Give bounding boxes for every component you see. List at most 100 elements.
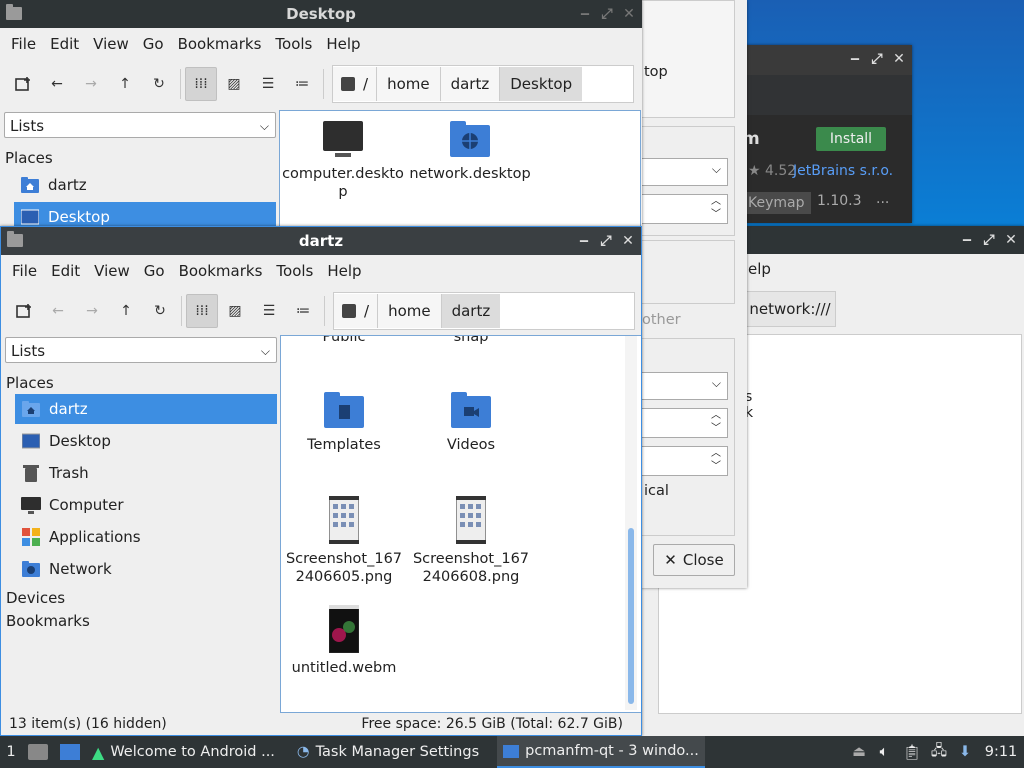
show-desktop-icon[interactable]	[60, 744, 80, 760]
combo-box[interactable]: ⌵	[640, 158, 728, 186]
workspace-switcher[interactable]: 1	[0, 744, 22, 760]
detailed-list-view-icon[interactable]: ≔	[285, 67, 319, 101]
spin-box[interactable]: ︿ ﹀	[640, 408, 728, 438]
titlebar[interactable]: Desktop ‒ ⤢ ✕	[0, 0, 642, 28]
task-task-manager-settings[interactable]: ◔ Task Manager Settings	[291, 736, 485, 768]
sidebar-item-desktop[interactable]: Desktop	[15, 426, 277, 456]
sidebar-item-computer[interactable]: Computer	[15, 490, 277, 520]
plugin-vendor-link[interactable]: JetBrains s.r.o.	[793, 163, 893, 179]
detailed-list-view-icon[interactable]: ≔	[286, 294, 320, 328]
compact-view-icon[interactable]: ☰	[251, 67, 285, 101]
breadcrumb-root[interactable]: /	[334, 294, 378, 328]
scrollbar-thumb[interactable]	[628, 528, 634, 704]
breadcrumb-home[interactable]: home	[376, 67, 440, 101]
breadcrumb-root[interactable]: /	[333, 67, 377, 101]
file-item[interactable]: Screenshot_167 2406608.png	[408, 496, 534, 586]
spin-arrows-icon[interactable]: ︿ ﹀	[711, 195, 721, 221]
menu-go[interactable]: Go	[136, 35, 171, 53]
spin-box[interactable]: ︿ ﹀	[640, 446, 728, 476]
file-item[interactable]: Videos	[408, 390, 534, 454]
update-notifier-icon[interactable]: ⬇	[952, 744, 978, 760]
icon-view-icon[interactable]: ⁞⁞⁞	[185, 67, 217, 101]
sidebar-item-desktop[interactable]: Desktop	[14, 202, 276, 226]
sidebar-item-applications[interactable]: Applications	[15, 522, 277, 552]
minimize-icon[interactable]: ‒	[578, 0, 592, 28]
path-crumb[interactable]: network:///	[744, 291, 836, 327]
thumbnail-view-icon[interactable]: ▨	[218, 294, 252, 328]
close-icon[interactable]: ✕	[622, 0, 636, 28]
eject-icon[interactable]: ⏏	[848, 744, 870, 760]
combo-box[interactable]: ⌵	[640, 372, 728, 400]
minimize-icon[interactable]: ‒	[577, 227, 591, 255]
spin-arrows-icon[interactable]: ︿ ﹀	[711, 447, 721, 473]
file-item[interactable]: network.desktop	[407, 119, 533, 183]
file-item[interactable]: snap	[408, 336, 534, 346]
plugin-tag[interactable]: Keymap	[742, 192, 811, 214]
sidebar-item-dartz[interactable]: dartz	[15, 394, 277, 424]
breadcrumb-dartz[interactable]: dartz	[439, 67, 500, 101]
sidebar-item-dartz[interactable]: dartz	[14, 170, 276, 200]
side-pane-mode-select[interactable]: Lists ⌵	[5, 337, 277, 363]
breadcrumb-home[interactable]: home	[377, 294, 441, 328]
maximize-icon[interactable]: ⤢	[982, 226, 996, 254]
menu-tools[interactable]: Tools	[269, 262, 320, 280]
close-icon[interactable]: ✕	[1004, 226, 1018, 254]
menu-edit[interactable]: Edit	[43, 35, 86, 53]
menu-view[interactable]: View	[86, 35, 136, 53]
install-button[interactable]: Install	[816, 127, 886, 151]
file-item[interactable]: untitled.webm	[281, 605, 407, 677]
menu-file[interactable]: File	[4, 35, 43, 53]
spin-arrows-icon[interactable]: ︿ ﹀	[711, 409, 721, 435]
icon-view-icon[interactable]: ⁞⁞⁞	[186, 294, 218, 328]
file-manager-launcher-icon[interactable]	[28, 744, 48, 760]
reload-icon[interactable]: ↻	[143, 294, 177, 328]
sidebar-item-trash[interactable]: Trash	[15, 458, 277, 488]
clock[interactable]: 9:11	[978, 744, 1024, 760]
forward-arrow-icon[interactable]: →	[74, 67, 108, 101]
task-pcmanfm[interactable]: pcmanfm-qt - 3 windo...	[497, 736, 705, 768]
close-icon[interactable]: ✕	[892, 51, 906, 67]
network-tray-icon[interactable]: 🖧︎	[926, 740, 952, 765]
menu-edit[interactable]: Edit	[44, 262, 87, 280]
reload-icon[interactable]: ↻	[142, 67, 176, 101]
spin-box[interactable]: ︿ ﹀	[640, 194, 728, 224]
menu-help[interactable]: Help	[320, 262, 368, 280]
breadcrumb-dartz[interactable]: dartz	[440, 294, 501, 328]
close-icon[interactable]: ✕	[621, 227, 635, 255]
up-arrow-icon[interactable]: ↑	[109, 294, 143, 328]
maximize-icon[interactable]: ⤢	[600, 0, 614, 28]
clipboard-icon[interactable]: 📋︎	[898, 744, 926, 761]
titlebar[interactable]: dartz ‒ ⤢ ✕	[1, 227, 641, 255]
minimize-icon[interactable]: ‒	[960, 226, 974, 254]
forward-arrow-icon[interactable]: →	[75, 294, 109, 328]
thumbnail-view-icon[interactable]: ▨	[217, 67, 251, 101]
file-item[interactable]: Screenshot_167 2406605.png	[281, 496, 407, 586]
back-arrow-icon[interactable]: ←	[41, 294, 75, 328]
breadcrumb-desktop[interactable]: Desktop	[499, 67, 583, 101]
menu-bookmarks[interactable]: Bookmarks	[172, 262, 270, 280]
menu-help[interactable]: Help	[319, 35, 367, 53]
menu-bookmarks[interactable]: Bookmarks	[171, 35, 269, 53]
side-pane-mode-select[interactable]: Lists ⌵	[4, 112, 276, 138]
file-item[interactable]: computer.desktop	[280, 119, 406, 201]
new-tab-icon[interactable]	[6, 67, 40, 101]
menu-file[interactable]: File	[5, 262, 44, 280]
file-item[interactable]: Public	[281, 336, 407, 346]
maximize-icon[interactable]: ⤢	[599, 227, 613, 255]
compact-view-icon[interactable]: ☰	[252, 294, 286, 328]
menu-tools[interactable]: Tools	[268, 35, 319, 53]
menu-go[interactable]: Go	[137, 262, 172, 280]
scrollbar[interactable]	[625, 336, 637, 710]
maximize-icon[interactable]: ⤢	[870, 51, 884, 67]
volume-icon[interactable]: 🔈︎	[870, 744, 898, 760]
back-arrow-icon[interactable]: ←	[40, 67, 74, 101]
minimize-icon[interactable]: ‒	[848, 51, 862, 67]
task-android-studio[interactable]: ▲ Welcome to Android ...	[86, 736, 281, 768]
menu-view[interactable]: View	[87, 262, 137, 280]
sidebar-item-network[interactable]: Network	[15, 554, 277, 584]
close-button[interactable]: ✕ Close	[653, 544, 735, 576]
file-item[interactable]: Templates	[281, 390, 407, 454]
menu-help[interactable]: elp	[748, 260, 771, 278]
new-tab-icon[interactable]	[7, 294, 41, 328]
up-arrow-icon[interactable]: ↑	[108, 67, 142, 101]
